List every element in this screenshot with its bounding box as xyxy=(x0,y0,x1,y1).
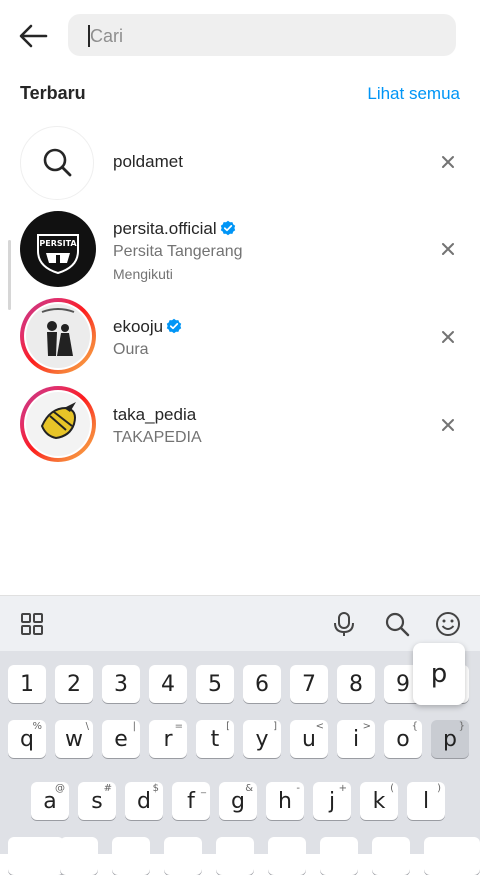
item-fullname: TAKAPEDIA xyxy=(113,429,202,446)
key-bottom-row[interactable] xyxy=(164,837,202,875)
apps-grid-icon[interactable] xyxy=(20,612,44,636)
bird-logo-icon xyxy=(24,390,92,458)
key-6[interactable]: 6 xyxy=(243,665,281,703)
key-j[interactable]: j + xyxy=(313,782,351,820)
key-g[interactable]: g & xyxy=(219,782,257,820)
item-fullname: Oura xyxy=(113,341,149,358)
key-l[interactable]: l) xyxy=(407,782,445,820)
key-bottom-row[interactable] xyxy=(372,837,410,875)
key-k[interactable]: k( xyxy=(360,782,398,820)
key-preview-popup: p xyxy=(413,643,465,705)
search-query-avatar xyxy=(20,126,94,200)
key-7[interactable]: 7 xyxy=(290,665,328,703)
avatar xyxy=(20,298,96,374)
svg-text:PERSITA: PERSITA xyxy=(39,239,77,248)
key-s[interactable]: s # xyxy=(78,782,116,820)
key-y[interactable]: y] xyxy=(243,720,281,758)
see-all-link[interactable]: Lihat semua xyxy=(367,84,460,104)
key-w[interactable]: w \ xyxy=(55,720,93,758)
close-icon[interactable] xyxy=(438,327,458,347)
close-icon[interactable] xyxy=(438,152,458,172)
microphone-icon[interactable] xyxy=(332,611,356,637)
key-bottom-row[interactable] xyxy=(60,837,98,875)
key-2[interactable]: 2 xyxy=(55,665,93,703)
key-d[interactable]: d $ xyxy=(125,782,163,820)
key-f[interactable]: f _ xyxy=(172,782,210,820)
item-username: persita.official xyxy=(113,219,236,239)
recent-item-query[interactable]: poldamet xyxy=(0,118,480,206)
key-e[interactable]: e | xyxy=(102,720,140,758)
back-button[interactable] xyxy=(14,20,54,52)
key-bottom-row[interactable] xyxy=(268,837,306,875)
section-title: Terbaru xyxy=(20,83,86,103)
keyboard: 1234567890 q%w\e|r=t[y]u<i>o{p} a@s#d$f_… xyxy=(0,651,480,875)
couple-silhouette-icon xyxy=(24,302,92,370)
key-5[interactable]: 5 xyxy=(196,665,234,703)
item-username: ekooju xyxy=(113,317,182,337)
search-input[interactable] xyxy=(88,14,442,58)
item-fullname: Persita Tangerang xyxy=(113,243,243,260)
key-q[interactable]: q% xyxy=(8,720,46,758)
persita-logo-icon: PERSITA xyxy=(37,234,79,275)
key-8[interactable]: 8 xyxy=(337,665,375,703)
key-bottom-row[interactable] xyxy=(216,837,254,875)
recent-item-account[interactable]: taka_pedia TAKAPEDIA xyxy=(0,381,480,469)
close-icon[interactable] xyxy=(438,415,458,435)
verified-badge-icon xyxy=(220,220,235,236)
key-bottom-row[interactable] xyxy=(320,837,358,875)
key-h[interactable]: h- xyxy=(266,782,304,820)
key-o[interactable]: o{ xyxy=(384,720,422,758)
avatar: PERSITA xyxy=(20,211,96,287)
key-u[interactable]: u < xyxy=(290,720,328,758)
key-p[interactable]: p} xyxy=(431,720,469,758)
recent-item-account[interactable]: ekooju Oura xyxy=(0,293,480,381)
text-cursor xyxy=(88,25,90,47)
search-icon xyxy=(43,148,72,177)
key-4[interactable]: 4 xyxy=(149,665,187,703)
arrow-left-icon xyxy=(19,24,48,48)
key-r[interactable]: r = xyxy=(149,720,187,758)
key-bottom-row[interactable] xyxy=(424,837,480,875)
recent-item-account[interactable]: PERSITA persita.official Persita Tangera… xyxy=(0,205,480,293)
keyboard-toolbar xyxy=(0,595,480,652)
key-i[interactable]: i > xyxy=(337,720,375,758)
verified-badge-icon xyxy=(166,318,182,334)
key-bottom-row[interactable] xyxy=(112,837,150,875)
close-icon[interactable] xyxy=(438,239,458,259)
item-status: Mengikuti xyxy=(113,266,173,282)
emoji-icon[interactable] xyxy=(435,611,461,637)
key-a[interactable]: a @ xyxy=(31,782,69,820)
item-username: poldamet xyxy=(113,152,183,171)
key-bottom-row[interactable] xyxy=(8,837,64,875)
search-icon[interactable] xyxy=(384,611,410,637)
key-3[interactable]: 3 xyxy=(102,665,140,703)
key-1[interactable]: 1 xyxy=(8,665,46,703)
item-username: taka_pedia xyxy=(113,405,197,424)
avatar xyxy=(20,386,96,462)
key-t[interactable]: t[ xyxy=(196,720,234,758)
search-bar[interactable] xyxy=(68,14,456,58)
